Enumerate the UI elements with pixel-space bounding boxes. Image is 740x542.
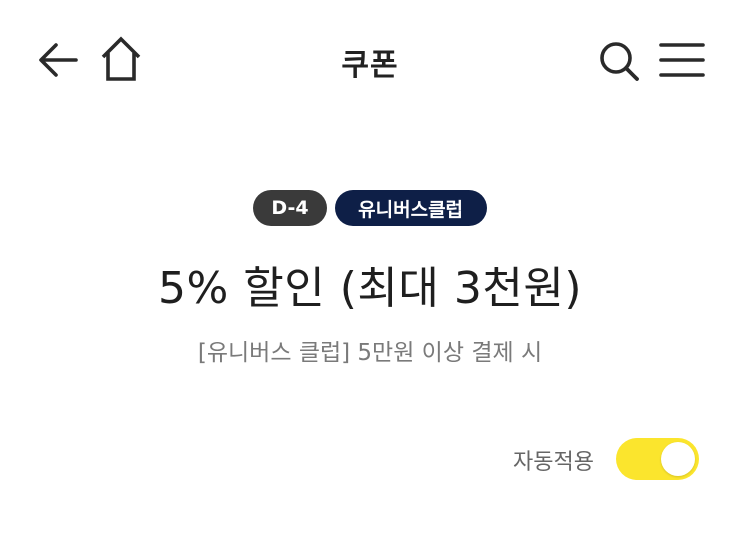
coupon-badges: D-4 유니버스클럽 [0,190,740,226]
coupon-title: 5% 할인 (최대 3천원) [158,263,582,314]
search-icon [600,42,639,81]
menu-icon [659,43,705,77]
toggle-knob [661,442,695,476]
auto-apply-toggle[interactable] [616,438,699,480]
search-button[interactable] [594,36,644,86]
app-header: 쿠폰 [0,0,740,120]
coupon-description: [유니버스 클럽] 5만원 이상 결제 시 [197,340,543,366]
dday-badge: D-4 [253,190,327,226]
auto-apply-label: 자동적용 [513,450,594,475]
menu-button[interactable] [656,38,708,82]
club-badge: 유니버스클럽 [334,190,487,226]
